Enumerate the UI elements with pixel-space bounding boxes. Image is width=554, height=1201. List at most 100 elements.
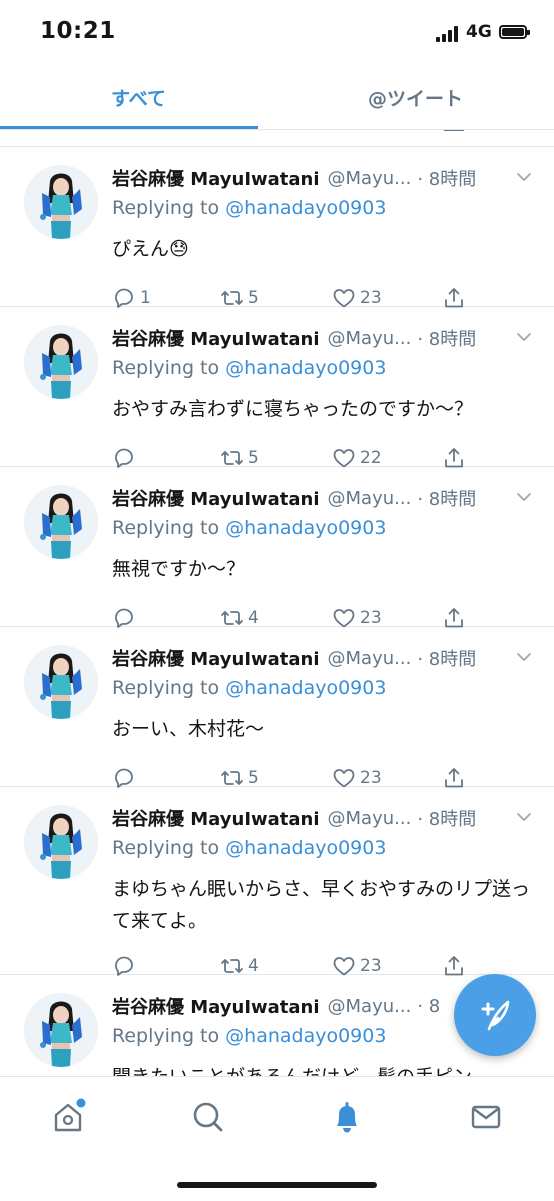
mention-link[interactable]: @hanadayo0903	[225, 197, 386, 219]
tweet[interactable]: 岩谷麻優 MayuIwatani @Mayu... · 8時間 Replying…	[0, 147, 554, 308]
mention-link[interactable]: @hanadayo0903	[225, 677, 386, 699]
avatar[interactable]	[24, 485, 98, 559]
like-count: 22	[360, 448, 382, 468]
avatar[interactable]	[24, 805, 98, 879]
tweet[interactable]: 岩谷麻優 MayuIwatani @Mayu... · 8時間 Replying…	[0, 627, 554, 788]
user-handle: @Mayu...	[327, 807, 412, 829]
replying-to-label: Replying to	[112, 197, 226, 219]
tweet-header: 岩谷麻優 MayuIwatani @Mayu... · 8時間	[112, 643, 538, 673]
replying-to: Replying to @hanadayo0903	[112, 837, 538, 867]
tweet-text: まゆちゃん眠いからさ、早くおやすみのリプ送って来てよ。	[112, 878, 531, 932]
user-handle: @Mayu...	[327, 327, 412, 349]
replying-to: Replying to @hanadayo0903	[112, 677, 538, 707]
chevron-down-icon[interactable]	[516, 809, 532, 825]
tweet-header: 岩谷麻優 MayuIwatani @Mayu... · 8時間	[112, 163, 538, 193]
tweet-header: 岩谷麻優 MayuIwatani @Mayu... · 8時間	[112, 483, 538, 513]
tweet-text: おーい、木村花〜	[112, 718, 265, 740]
notification-dot	[76, 1098, 86, 1108]
tweet-text: ぴえん😓	[112, 238, 189, 260]
mention-link[interactable]: @hanadayo0903	[225, 837, 386, 859]
display-name[interactable]: 岩谷麻優 MayuIwatani	[112, 993, 320, 1019]
nav-notifications[interactable]	[327, 1097, 367, 1137]
compose-tweet-icon	[481, 1000, 510, 1031]
retweet-count: 4	[248, 608, 259, 628]
nav-home[interactable]	[48, 1097, 88, 1137]
divider	[0, 129, 554, 130]
avatar[interactable]	[24, 645, 98, 719]
retweet-count: 5	[248, 288, 259, 308]
timestamp: · 8	[417, 995, 441, 1017]
user-handle: @Mayu...	[327, 995, 412, 1017]
tweet-list[interactable]: 岩谷麻優 MayuIwatani @Mayu... · 8時間 Replying…	[0, 146, 554, 1077]
messages-icon	[471, 1105, 501, 1129]
tweet-header: 岩谷麻優 MayuIwatani @Mayu... · 8時間	[112, 803, 538, 833]
replying-to-label: Replying to	[112, 357, 226, 379]
network-type: 4G	[466, 22, 492, 42]
display-name[interactable]: 岩谷麻優 MayuIwatani	[112, 805, 320, 831]
replying-to-label: Replying to	[112, 837, 226, 859]
tweet-text: 聞きたいことがあるんだけど、髪の手ピン	[112, 1066, 473, 1077]
tweet[interactable]: 岩谷麻優 MayuIwatani @Mayu... · 8時間 Replying…	[0, 787, 554, 976]
user-handle: @Mayu...	[327, 487, 412, 509]
status-bar: 10:21 4G	[0, 0, 554, 64]
replying-to-label: Replying to	[112, 1025, 226, 1047]
timestamp: · 8時間	[417, 489, 477, 510]
notifications-bell-icon	[337, 1102, 357, 1133]
nav-messages[interactable]	[466, 1097, 506, 1137]
notifications-tabs: すべて @ツイート	[0, 64, 554, 130]
search-icon	[193, 1102, 223, 1132]
chevron-down-icon[interactable]	[516, 649, 532, 665]
avatar[interactable]	[24, 325, 98, 399]
tweet[interactable]: 岩谷麻優 MayuIwatani @Mayu... · 8時間 Replying…	[0, 307, 554, 468]
tab-all[interactable]: すべて	[0, 64, 277, 130]
replying-to: Replying to @hanadayo0903	[112, 517, 538, 547]
display-name[interactable]: 岩谷麻優 MayuIwatani	[112, 485, 320, 511]
replying-to: Replying to @hanadayo0903	[112, 197, 538, 227]
display-name[interactable]: 岩谷麻優 MayuIwatani	[112, 165, 320, 191]
avatar[interactable]	[24, 993, 98, 1067]
like-count: 23	[360, 608, 382, 628]
user-handle: @Mayu...	[327, 647, 412, 669]
cellular-signal-icon	[436, 26, 462, 42]
tweet-content: 岩谷麻優 MayuIwatani @Mayu... · 8時間 Replying…	[112, 323, 538, 468]
mention-link[interactable]: @hanadayo0903	[225, 1025, 386, 1047]
replying-to-label: Replying to	[112, 677, 226, 699]
chevron-down-icon[interactable]	[516, 329, 532, 345]
tweet-text: おやすみ言わずに寝ちゃったのですか〜？	[112, 398, 474, 420]
tweet-content: 岩谷麻優 MayuIwatani @Mayu... · 8時間 Replying…	[112, 163, 538, 308]
like-count: 23	[360, 288, 382, 308]
avatar[interactable]	[24, 165, 98, 239]
retweet-count: 5	[248, 448, 259, 468]
tweet-header: 岩谷麻優 MayuIwatani @Mayu... · 8時間	[112, 323, 538, 353]
tweet-content: 岩谷麻優 MayuIwatani @Mayu... · 8時間 Replying…	[112, 643, 538, 788]
reply-count: 1	[140, 288, 151, 308]
chevron-down-icon[interactable]	[516, 169, 532, 185]
display-name[interactable]: 岩谷麻優 MayuIwatani	[112, 645, 320, 671]
timestamp: · 8時間	[417, 809, 477, 830]
replying-to-label: Replying to	[112, 517, 226, 539]
like-count: 23	[360, 768, 382, 788]
tab-mentions[interactable]: @ツイート	[277, 64, 554, 130]
display-name[interactable]: 岩谷麻優 MayuIwatani	[112, 325, 320, 351]
home-indicator	[177, 1182, 377, 1188]
like-count: 23	[360, 956, 382, 976]
retweet-count: 5	[248, 768, 259, 788]
tweet[interactable]: 岩谷麻優 MayuIwatani @Mayu... · 8時間 Replying…	[0, 467, 554, 628]
status-time: 10:21	[40, 18, 116, 44]
tweet-content: 岩谷麻優 MayuIwatani @Mayu... · 8時間 Replying…	[112, 803, 538, 976]
compose-tweet-button[interactable]	[454, 974, 536, 1056]
battery-icon	[499, 25, 530, 39]
timestamp: · 8時間	[417, 169, 477, 190]
timestamp: · 8時間	[417, 649, 477, 670]
tweet-content: 岩谷麻優 MayuIwatani @Mayu... · 8時間 Replying…	[112, 483, 538, 628]
mention-link[interactable]: @hanadayo0903	[225, 357, 386, 379]
retweet-count: 4	[248, 956, 259, 976]
home-icon	[54, 1098, 86, 1132]
chevron-down-icon[interactable]	[516, 489, 532, 505]
mention-link[interactable]: @hanadayo0903	[225, 517, 386, 539]
timestamp: · 8時間	[417, 329, 477, 350]
replying-to: Replying to @hanadayo0903	[112, 357, 538, 387]
user-handle: @Mayu...	[327, 167, 412, 189]
tweet-text: 無視ですか〜？	[112, 558, 246, 580]
nav-search[interactable]	[188, 1097, 228, 1137]
